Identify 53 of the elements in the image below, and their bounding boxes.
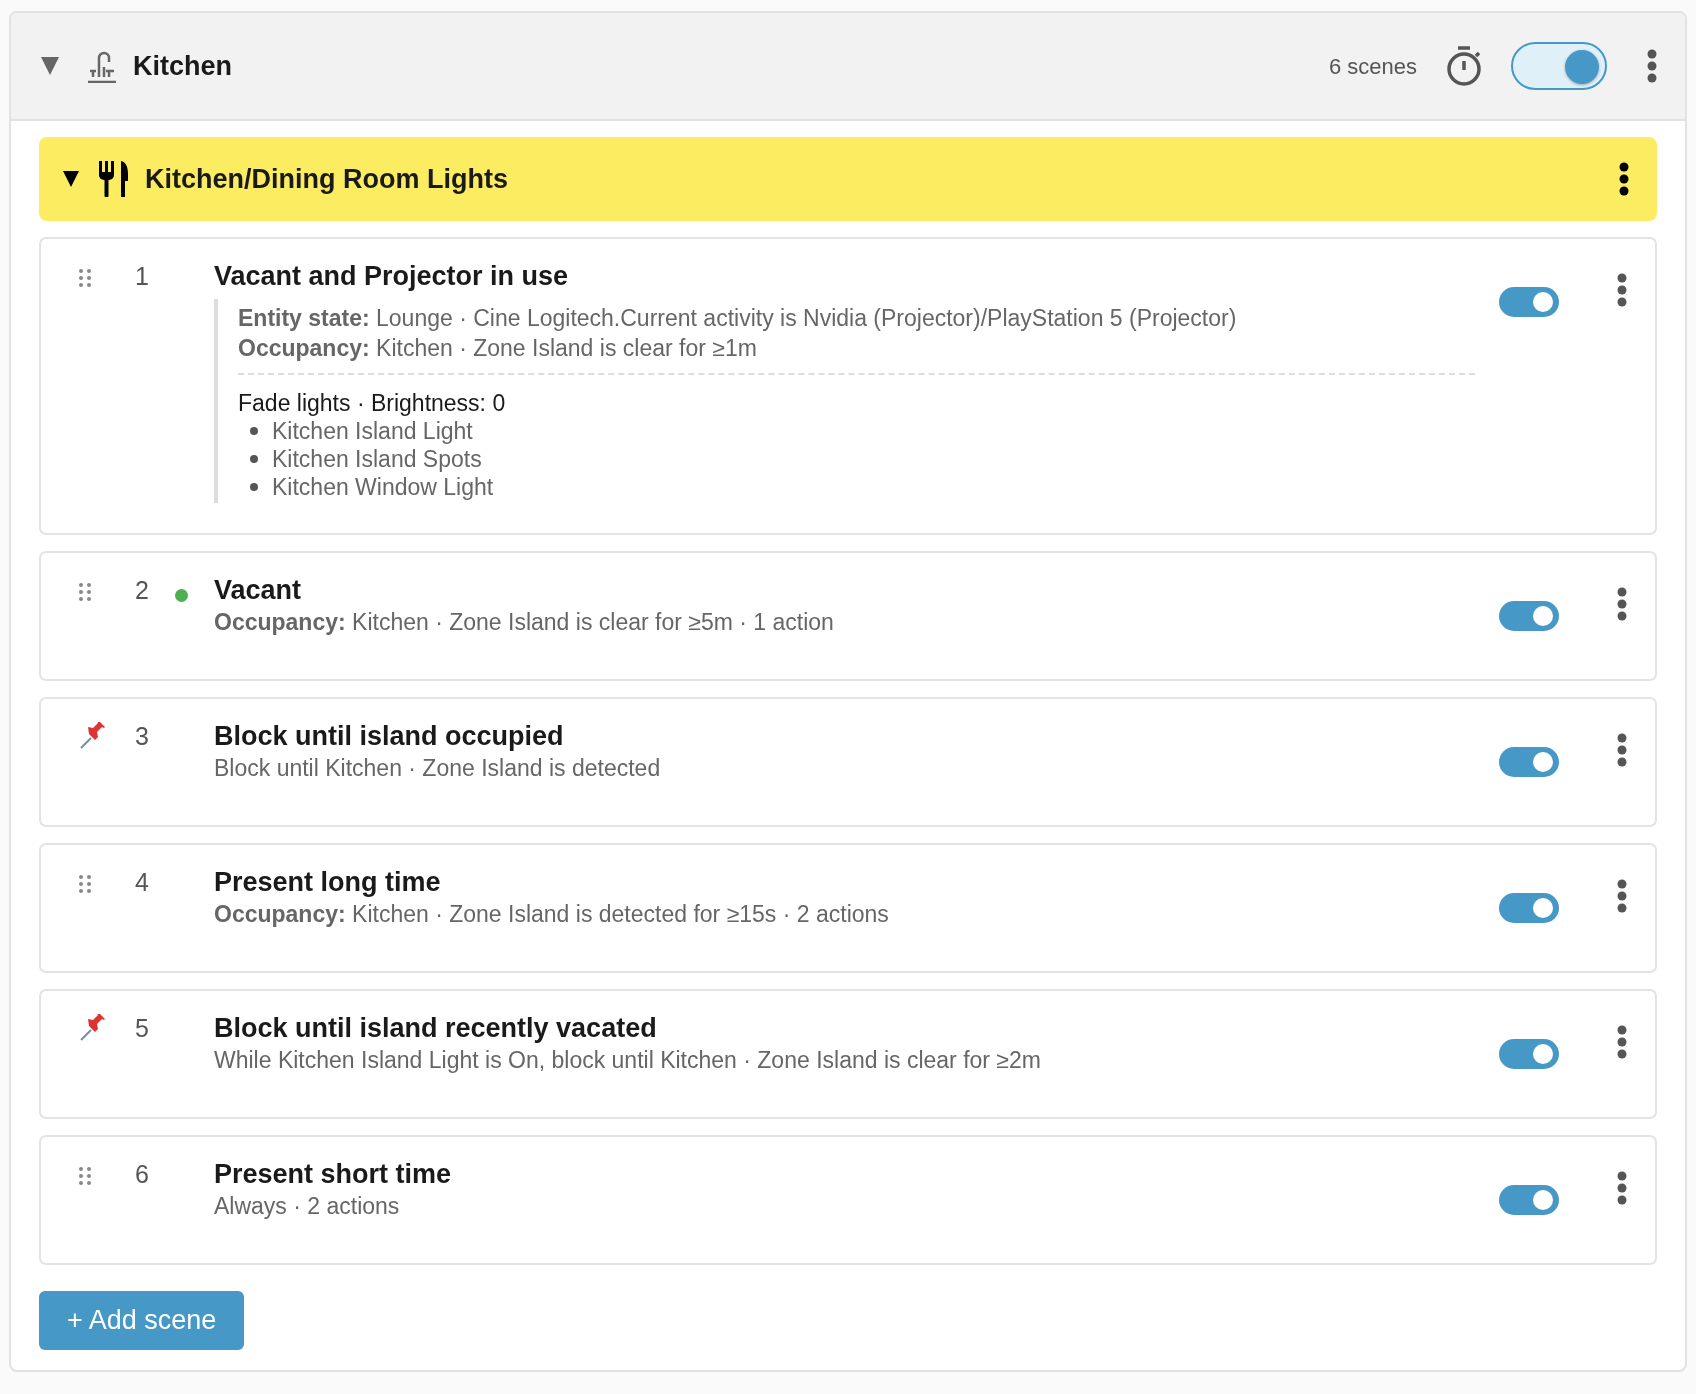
toggle-switch[interactable] [1499, 893, 1559, 923]
kebab-icon [1647, 49, 1657, 83]
kebab-icon [1619, 162, 1629, 196]
target-light: Kitchen Island Spots [272, 445, 482, 473]
add-scene-button[interactable]: + Add scene [39, 1291, 245, 1350]
condition-text: Entity state: Lounge · Cine Logitech.Current activity is Nvidia (Projector)/PlayStation 5 (Projector) [238, 304, 1238, 333]
drag-handle-icon[interactable] [79, 1166, 91, 1185]
scene-title: Block until island occupied [214, 720, 565, 753]
scene-number: 4 [135, 867, 150, 898]
toggle-switch[interactable] [1511, 42, 1607, 90]
drag-handle-icon[interactable] [79, 268, 91, 287]
scene-number: 3 [135, 721, 150, 752]
scene-title: Present long time [214, 866, 442, 899]
scene-number: 2 [135, 575, 150, 606]
room-name: Kitchen [133, 49, 232, 83]
faucet-icon [85, 49, 119, 83]
scene-count: 6 scenes [1328, 52, 1417, 81]
stopwatch-icon [1445, 45, 1483, 87]
scene-summary: Occupancy: Kitchen · Zone Island is clear for ≥5m · 1 action [214, 608, 835, 637]
condition-text: Occupancy: Kitchen · Zone Island is clear for ≥1m [238, 334, 758, 363]
scene-summary: While Kitchen Island Light is On, block until Kitchen · Zone Island is clear for ≥2m [214, 1046, 1042, 1075]
kebab-icon [1617, 733, 1627, 767]
cutlery-icon [97, 161, 129, 197]
target-light: Kitchen Window Light [272, 473, 494, 501]
toggle-switch[interactable] [1499, 287, 1559, 317]
toggle-switch[interactable] [1499, 747, 1559, 777]
action-text: Fade lights · Brightness: 0 [238, 389, 507, 417]
kebab-icon [1617, 273, 1627, 307]
scene-title: Block until island recently vacated [214, 1012, 658, 1045]
scene-title: Present short time [214, 1158, 453, 1191]
bullet-icon [250, 483, 258, 491]
drag-handle-icon[interactable] [79, 582, 91, 601]
scene-summary: Occupancy: Kitchen · Zone Island is detected for ≥15s · 2 actions [214, 900, 890, 929]
bullet-icon [250, 455, 258, 463]
bullet-icon [250, 427, 258, 435]
scene-summary: Block until Kitchen · Zone Island is detected [214, 754, 662, 783]
kebab-icon [1617, 587, 1627, 621]
scene-summary: Always · 2 actions [214, 1192, 401, 1221]
scene-number: 6 [135, 1159, 150, 1190]
toggle-switch[interactable] [1499, 1039, 1559, 1069]
kebab-icon [1617, 879, 1627, 913]
drag-handle-icon[interactable] [79, 874, 91, 893]
kebab-icon [1617, 1025, 1627, 1059]
target-light: Kitchen Island Light [272, 417, 473, 445]
toggle-switch[interactable] [1499, 601, 1559, 631]
scene-title: Vacant and Projector in use [214, 260, 570, 293]
toggle-switch[interactable] [1499, 1185, 1559, 1215]
scene-number: 5 [135, 1013, 150, 1044]
group-name: Kitchen/Dining Room Lights [145, 162, 508, 196]
kebab-icon [1617, 1171, 1627, 1205]
scene-number: 1 [135, 261, 150, 292]
scene-title: Vacant [214, 574, 303, 607]
caret-icon[interactable] [63, 171, 79, 187]
